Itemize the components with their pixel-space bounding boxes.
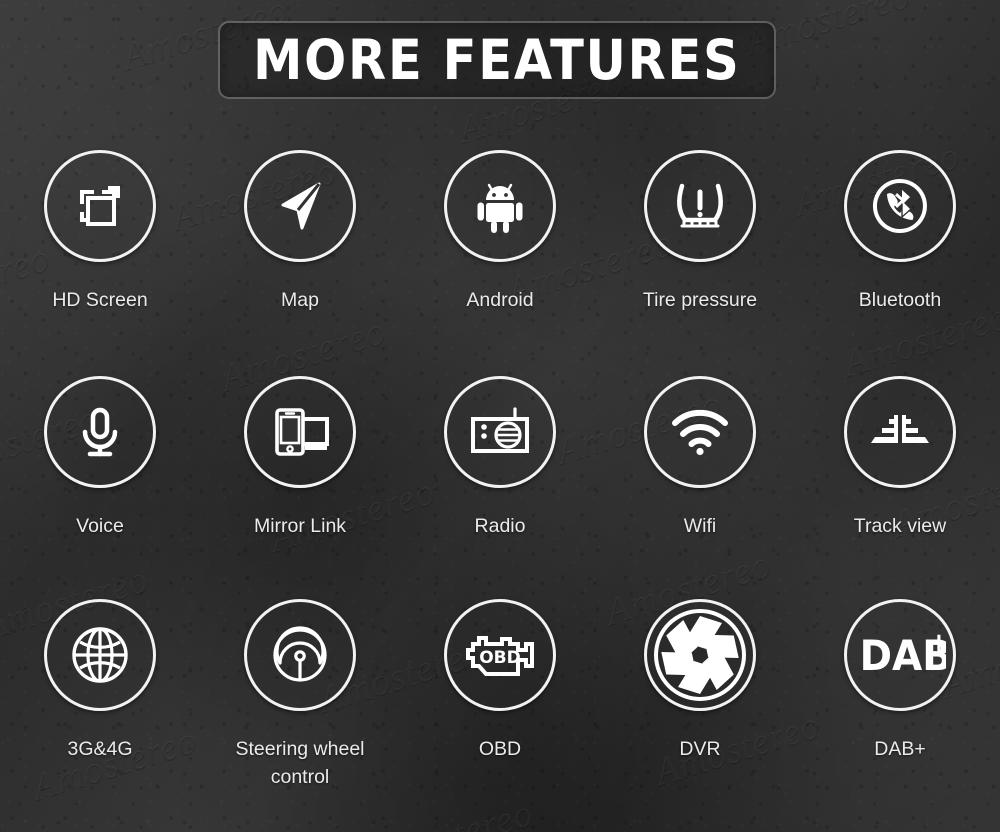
globe-icon [69,624,131,686]
steering-wheel-icon [270,625,330,685]
feature-item-dvr[interactable]: DVR [600,599,800,825]
feature-item-obd[interactable]: OBD OBD [400,599,600,825]
track-view-icon [867,410,933,454]
feature-item-dab-plus[interactable]: DAB + DAB+ [800,599,1000,825]
feature-label: OBD [478,738,522,760]
feature-item-hd-screen[interactable]: HD Screen [0,150,200,376]
camera-aperture-icon [654,609,746,701]
dab-logo-plus: + [928,628,946,658]
feature-item-map[interactable]: Map [200,150,400,376]
feature-grid: HD Screen Map Android Tire pressure Blue… [0,150,1000,825]
feature-icon-circle [444,376,556,488]
feature-icon-circle [44,150,156,262]
feature-icon-circle: DAB + [844,599,956,711]
feature-label: Steering wheel control [235,738,365,789]
mirror-link-icon [267,403,333,461]
feature-icon-circle [444,150,556,262]
feature-item-steering-wheel-control[interactable]: Steering wheel control [200,599,400,825]
feature-item-mirror-link[interactable]: Mirror Link [200,376,400,599]
feature-label: Voice [76,515,124,537]
microphone-icon [71,403,129,461]
feature-icon-circle [644,150,756,262]
feature-item-3g4g[interactable]: 3G&4G [0,599,200,825]
feature-item-bluetooth[interactable]: Bluetooth [800,150,1000,376]
feature-icon-circle: OBD [444,599,556,711]
feature-label: Bluetooth [858,289,942,311]
feature-item-track-view[interactable]: Track view [800,376,1000,599]
feature-label: Track view [853,515,947,537]
feature-label: Radio [474,515,526,537]
feature-showcase-page: Amostereo Amostereo Amostereo Amostereo Amos… [0,0,1000,832]
obd-label: OBD [479,648,521,668]
feature-icon-circle [244,150,356,262]
feature-label: Tire pressure [642,289,758,311]
feature-label: Map [281,289,319,311]
android-robot-icon [470,176,530,236]
feature-icon-circle [844,376,956,488]
feature-icon-circle [44,376,156,488]
feature-item-radio[interactable]: Radio [400,376,600,599]
tire-pressure-warning-icon [669,175,731,237]
bluetooth-phone-icon [869,175,931,237]
feature-item-android[interactable]: Android [400,150,600,376]
obd-engine-icon: OBD [464,628,536,682]
feature-icon-circle [244,599,356,711]
feature-label: DVR [679,738,721,760]
feature-icon-circle [244,376,356,488]
feature-item-tire-pressure[interactable]: Tire pressure [600,150,800,376]
dab-plus-icon: DAB + [854,627,946,683]
feature-label: HD Screen [52,289,148,311]
feature-label: Android [466,289,534,311]
feature-icon-circle [644,376,756,488]
page-title-box: MORE FEATURES [218,21,776,99]
hd-screen-icon [70,176,130,236]
wifi-icon [669,407,731,457]
feature-icon-circle [44,599,156,711]
feature-label: 3G&4G [67,738,133,760]
feature-label: Wifi [683,515,717,537]
feature-item-wifi[interactable]: Wifi [600,376,800,599]
feature-label: Mirror Link [253,515,347,537]
navigation-arrow-icon [269,175,331,237]
feature-item-voice[interactable]: Voice [0,376,200,599]
feature-label: DAB+ [874,738,926,760]
feature-icon-circle [644,599,756,711]
feature-icon-circle [844,150,956,262]
page-title: MORE FEATURES [253,27,741,92]
radio-icon [467,403,533,461]
